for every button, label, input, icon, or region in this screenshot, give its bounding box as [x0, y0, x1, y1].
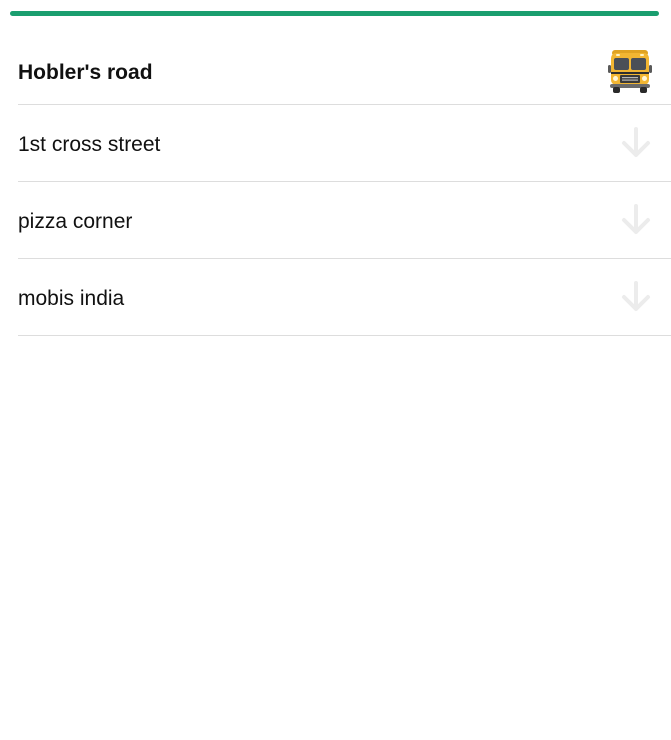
- stop-list: Hobler's road 1st cross street pizza cor…: [18, 39, 671, 336]
- current-stop-row[interactable]: Hobler's road: [18, 39, 671, 105]
- bus-icon: [608, 49, 652, 93]
- stop-label: 1st cross street: [18, 132, 161, 156]
- route-screen: Hobler's road 1st cross street pizza cor…: [0, 0, 671, 740]
- progress-bar: [10, 11, 659, 16]
- stop-row[interactable]: pizza corner: [18, 182, 671, 259]
- stop-row[interactable]: mobis india: [18, 259, 671, 336]
- arrow-down-icon: [621, 127, 651, 159]
- arrow-down-icon: [621, 281, 651, 313]
- current-stop-label: Hobler's road: [18, 61, 153, 84]
- stop-row[interactable]: 1st cross street: [18, 105, 671, 182]
- arrow-down-icon: [621, 204, 651, 236]
- stop-label: mobis india: [18, 286, 125, 310]
- stop-label: pizza corner: [18, 209, 133, 233]
